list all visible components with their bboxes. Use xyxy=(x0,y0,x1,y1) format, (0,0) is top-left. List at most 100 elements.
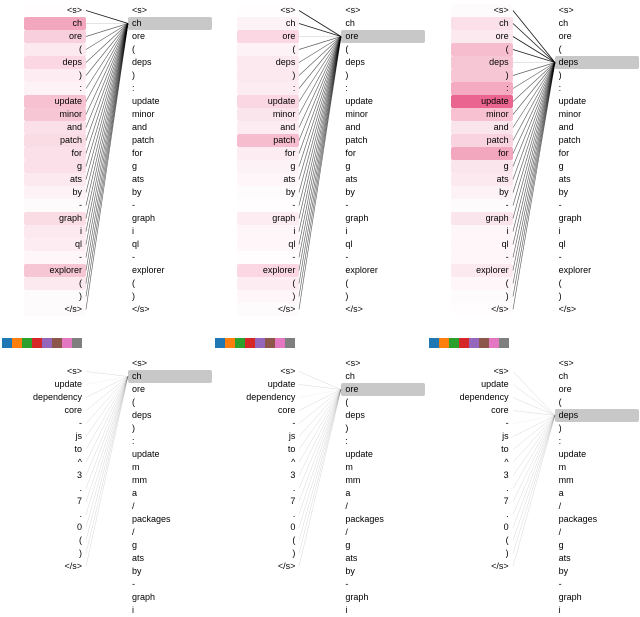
src-token: to xyxy=(451,443,513,456)
tgt-token: i xyxy=(555,225,617,238)
attention-line xyxy=(513,416,555,528)
tgt-token: for xyxy=(128,147,190,160)
attention-line xyxy=(513,63,555,258)
attention-line xyxy=(299,37,341,128)
src-token: ) xyxy=(451,69,513,82)
tgt-token: ats xyxy=(555,552,617,565)
tgt-token: ) xyxy=(341,69,403,82)
src-token: for xyxy=(451,147,513,160)
tgt-token: - xyxy=(128,578,190,591)
src-token: <s> xyxy=(237,365,299,378)
src-token: <s> xyxy=(237,4,299,17)
src-token: 0 xyxy=(237,521,299,534)
attention-panel-2: <s>chore(deps):updateminorandpatchforgat… xyxy=(427,0,640,347)
tgt-token: packages xyxy=(128,513,190,526)
tgt-token: ) xyxy=(341,422,403,435)
attention-line xyxy=(299,390,341,567)
tgt-token: </s> xyxy=(128,303,190,316)
attention-line xyxy=(513,411,555,416)
attention-line xyxy=(86,24,128,284)
src-token: for xyxy=(237,147,299,160)
src-token: update xyxy=(237,95,299,108)
attention-line xyxy=(513,63,555,76)
tgt-token: ats xyxy=(555,173,617,186)
src-token: - xyxy=(24,251,86,264)
attention-line xyxy=(299,37,341,115)
src-token: . xyxy=(451,508,513,521)
attention-line xyxy=(86,24,128,232)
src-token: minor xyxy=(237,108,299,121)
tgt-token: explorer xyxy=(128,264,190,277)
tgt-token: <s> xyxy=(128,357,190,370)
src-token: i xyxy=(237,225,299,238)
tgt-token-highlighted: ch xyxy=(128,370,212,383)
tgt-token: ( xyxy=(555,396,617,409)
tgt-token: <s> xyxy=(128,4,190,17)
attention-line xyxy=(513,63,555,154)
src-token: update xyxy=(237,378,299,391)
src-token: core xyxy=(24,404,86,417)
tgt-token: ( xyxy=(555,277,617,290)
src-token: ( xyxy=(451,534,513,547)
tgt-token: mm xyxy=(128,474,190,487)
src-token: explorer xyxy=(237,264,299,277)
tgt-token: ql xyxy=(341,238,403,251)
tgt-token: packages xyxy=(555,513,617,526)
src-token: - xyxy=(451,417,513,430)
src-token: dependency xyxy=(24,391,86,404)
attention-line xyxy=(299,37,341,297)
attention-line xyxy=(513,63,555,141)
attention-line xyxy=(299,11,341,37)
src-token: - xyxy=(451,199,513,212)
attention-line xyxy=(299,390,341,424)
src-token: <s> xyxy=(24,365,86,378)
src-token: </s> xyxy=(237,303,299,316)
tgt-token-highlighted: ore xyxy=(341,30,425,43)
src-token: ) xyxy=(24,69,86,82)
target-tokens: <s>chore(deps):updatemmma/packages/gatsb… xyxy=(555,357,617,617)
tgt-token: graph xyxy=(555,212,617,225)
attention-line xyxy=(86,24,128,297)
tgt-token: : xyxy=(341,82,403,95)
attention-line xyxy=(86,24,128,206)
tgt-token: / xyxy=(341,526,403,539)
tgt-token: graph xyxy=(555,591,617,604)
tgt-token: update xyxy=(128,448,190,461)
attention-line xyxy=(299,37,341,193)
tgt-token-highlighted: ch xyxy=(128,17,212,30)
src-token: patch xyxy=(237,134,299,147)
tgt-token: / xyxy=(128,526,190,539)
src-token: </s> xyxy=(24,560,86,573)
tgt-token: - xyxy=(128,251,190,264)
attention-line xyxy=(299,37,341,219)
src-token: and xyxy=(451,121,513,134)
attention-line xyxy=(513,63,555,115)
src-token: : xyxy=(451,82,513,95)
attention-line xyxy=(299,390,341,463)
src-token: ) xyxy=(24,290,86,303)
src-token: for xyxy=(24,147,86,160)
src-token: deps xyxy=(451,56,513,69)
src-token: ats xyxy=(24,173,86,186)
attention-line xyxy=(513,37,555,63)
src-token: ore xyxy=(237,30,299,43)
tgt-token: packages xyxy=(341,513,403,526)
src-token: to xyxy=(237,443,299,456)
attention-line xyxy=(86,377,128,554)
src-token: ( xyxy=(24,43,86,56)
attention-line xyxy=(86,24,128,102)
attention-line xyxy=(513,416,555,554)
source-tokens: <s>updatedependencycore-jsto^3.7.0()</s> xyxy=(237,365,299,573)
tgt-token: minor xyxy=(341,108,403,121)
tgt-token: : xyxy=(555,82,617,95)
attention-line xyxy=(299,390,341,411)
source-tokens: <s>chore(deps):updateminorandpatchforgat… xyxy=(24,4,86,316)
attention-line xyxy=(513,416,555,424)
src-token: <s> xyxy=(24,4,86,17)
src-token: ore xyxy=(451,30,513,43)
attention-line xyxy=(299,372,341,390)
source-tokens: <s>chore(deps):updateminorandpatchforgat… xyxy=(451,4,513,316)
attention-line xyxy=(513,63,555,219)
src-token: - xyxy=(451,251,513,264)
attention-line xyxy=(86,24,128,258)
